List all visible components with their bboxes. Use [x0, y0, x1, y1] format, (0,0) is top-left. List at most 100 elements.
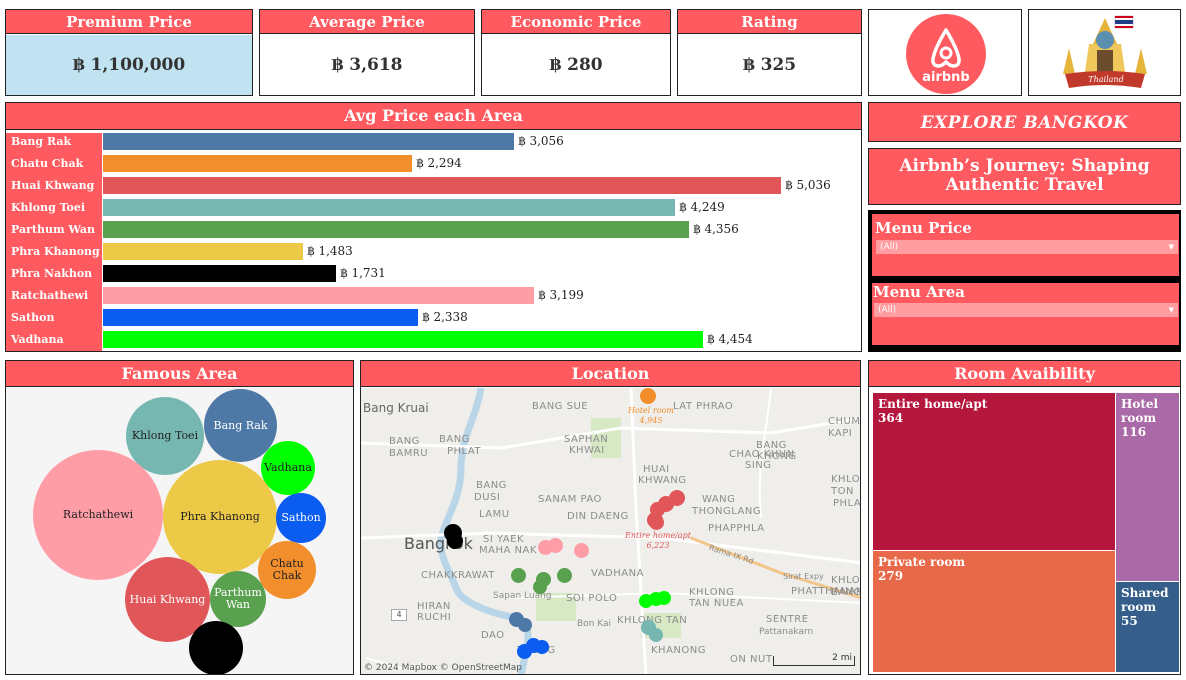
bar-value-label: ฿ 5,036 — [785, 178, 831, 192]
map-dot-phra-nakhon[interactable] — [447, 533, 463, 549]
bar-category-label: Bang Rak — [11, 135, 72, 148]
map-scale-bar: 2 mi — [773, 653, 855, 666]
tile-private-room[interactable]: Private room 279 — [873, 551, 1115, 672]
map-label: ON NUT — [730, 654, 773, 665]
tile-label: Hotel room — [1121, 397, 1159, 425]
bar-phra-khanong[interactable] — [103, 243, 303, 260]
airbnb-wordmark: airbnb — [922, 70, 970, 85]
map-label: BANG — [476, 480, 507, 491]
select-value: (All) — [880, 242, 899, 252]
bubble-label: Bang Rak — [213, 418, 268, 432]
tile-entire-home[interactable]: Entire home/apt 364 — [873, 393, 1115, 550]
bubble-chatu-chak[interactable]: Chatu Chak — [258, 541, 316, 599]
chevron-down-icon: ▼ — [1168, 243, 1174, 251]
map-label: Sirat Expy — [783, 572, 824, 581]
bar-ratchathewi[interactable] — [103, 287, 534, 304]
map-dot-huai-khwang[interactable] — [669, 490, 685, 506]
bubble-label: Khlong Toei — [131, 429, 199, 442]
bar-value-label: ฿ 4,356 — [693, 222, 739, 236]
bubble-label: Ratchathewi — [62, 508, 134, 521]
map-label: PHATTHANAKA — [791, 586, 860, 597]
map-label: HUAI — [643, 464, 670, 475]
map-dot-ratchathewi[interactable] — [548, 538, 563, 553]
map-dot-huai-khwang[interactable] — [649, 515, 664, 530]
tile-label: Private room — [878, 555, 966, 569]
bubble-sathon[interactable]: Sathon — [276, 493, 326, 543]
explore-tagline: Airbnb’s Journey: Shaping Authentic Trav… — [868, 148, 1181, 205]
map-label: SAPHAN — [564, 434, 609, 445]
map-dot-ratchathewi[interactable] — [574, 543, 589, 558]
map-label: DUSI — [474, 492, 501, 503]
bar-category-label: Chatu Chak — [11, 157, 84, 170]
map-annotation-entire-home: Entire home/apt 6,223 — [623, 531, 693, 551]
bar-chatu-chak[interactable] — [103, 155, 412, 172]
map-label: BAMRU — [389, 448, 429, 459]
map-dot-vadhana[interactable] — [657, 591, 671, 605]
bubble-label: Chatu Chak — [270, 557, 304, 582]
tile-hotel-room[interactable]: Hotel room 116 — [1116, 393, 1179, 581]
map-label: HIRAN — [417, 601, 451, 612]
map-label: SENTRE — [766, 614, 809, 625]
room-availability-panel: Room Avaibility Entire home/apt 364 Hote… — [868, 360, 1181, 675]
bubble-parthum-wan[interactable]: Parthum Wan — [210, 571, 266, 627]
map-label: MAHA NAK — [479, 545, 537, 556]
bar-value-label: ฿ 2,294 — [416, 156, 462, 170]
map-label: Bang Kruai — [363, 401, 429, 415]
bar-category-label: Parthum Wan — [11, 223, 95, 236]
explore-bangkok-title: EXPLORE BANGKOK — [868, 102, 1181, 142]
map-dot-bang-rak[interactable] — [518, 618, 532, 632]
bar-category-label: Sathon — [11, 311, 55, 324]
map-label: BANG — [389, 436, 420, 447]
bar-value-label: ฿ 2,338 — [422, 310, 468, 324]
tile-label: Shared room — [1121, 586, 1169, 614]
map-copyright: © 2024 Mapbox © OpenStreetMap — [364, 663, 522, 673]
bubble-ratchathewi[interactable]: Ratchathewi — [33, 450, 163, 580]
tile-label: Entire home/apt — [878, 397, 988, 411]
map-label: KHLONG — [689, 587, 735, 598]
menu-area-select[interactable]: (All) ▼ — [874, 303, 1178, 317]
bubble-label: Phra Khanong — [180, 510, 260, 523]
bubble-phra-nakhon[interactable] — [189, 621, 243, 674]
bar-parthum-wan[interactable] — [103, 221, 689, 238]
location-map-panel: Location Bang Kruai BANG SUE LAT PHRAO C… — [360, 360, 861, 675]
map-label: WANG — [702, 494, 736, 505]
map-label: CHAKKRAWAT — [421, 570, 495, 581]
road-number-badge: 4 — [391, 609, 407, 621]
bar-sathon[interactable] — [103, 309, 418, 326]
map-canvas[interactable]: Bang Kruai BANG SUE LAT PHRAO CHUM SAPHA… — [361, 388, 860, 674]
map-label: PHLAT — [447, 446, 482, 457]
map-annotation-hotel: Hotel room 4,945 — [623, 406, 679, 426]
airbnb-logo-panel: airbnb — [868, 9, 1022, 96]
bar-value-label: ฿ 3,056 — [518, 134, 564, 148]
map-dot-parthum-wan[interactable] — [511, 568, 526, 583]
map-dot-parthum-wan[interactable] — [557, 568, 572, 583]
map-dot-sathon[interactable] — [535, 640, 549, 654]
map-label: Pattanakarn — [759, 627, 814, 637]
bar-bang-rak[interactable] — [103, 133, 514, 150]
menu-price-filter: Menu Price (All) ▼ — [872, 214, 1179, 276]
kpi-rating: Rating ฿ 325 — [677, 9, 862, 96]
map-dot-hotel[interactable] — [640, 388, 656, 404]
map-label: PHLA — [833, 498, 861, 509]
map-dot-khlong-toei[interactable] — [649, 628, 663, 642]
map-label: RUCHI — [417, 612, 452, 623]
famous-area-panel: Famous Area Khlong Toei Bang Rak Vadhana… — [5, 360, 354, 675]
bar-huai-khwang[interactable] — [103, 177, 781, 194]
map-dot-parthum-wan[interactable] — [533, 580, 547, 594]
tile-shared-room[interactable]: Shared room 55 — [1116, 582, 1179, 672]
kpi-value: ฿ 3,618 — [331, 55, 403, 75]
bar-value-label: ฿ 1,483 — [307, 244, 353, 258]
bubble-label: Parthum Wan — [214, 586, 262, 611]
kpi-value: ฿ 325 — [742, 55, 797, 75]
map-label: SOI POLO — [566, 593, 618, 604]
bar-khlong-toei[interactable] — [103, 199, 675, 216]
map-label: LAMU — [479, 509, 510, 520]
bar-vadhana[interactable] — [103, 331, 703, 348]
bar-phra-nakhon[interactable] — [103, 265, 336, 282]
menu-price-select[interactable]: (All) ▼ — [876, 240, 1178, 254]
bar-value-label: ฿ 4,249 — [679, 200, 725, 214]
bubble-vadhana[interactable]: Vadhana — [261, 441, 315, 495]
annotation-label: Entire home/apt — [625, 531, 691, 540]
kpi-average-price: Average Price ฿ 3,618 — [259, 9, 475, 96]
bar-category-label: Ratchathewi — [11, 289, 89, 302]
